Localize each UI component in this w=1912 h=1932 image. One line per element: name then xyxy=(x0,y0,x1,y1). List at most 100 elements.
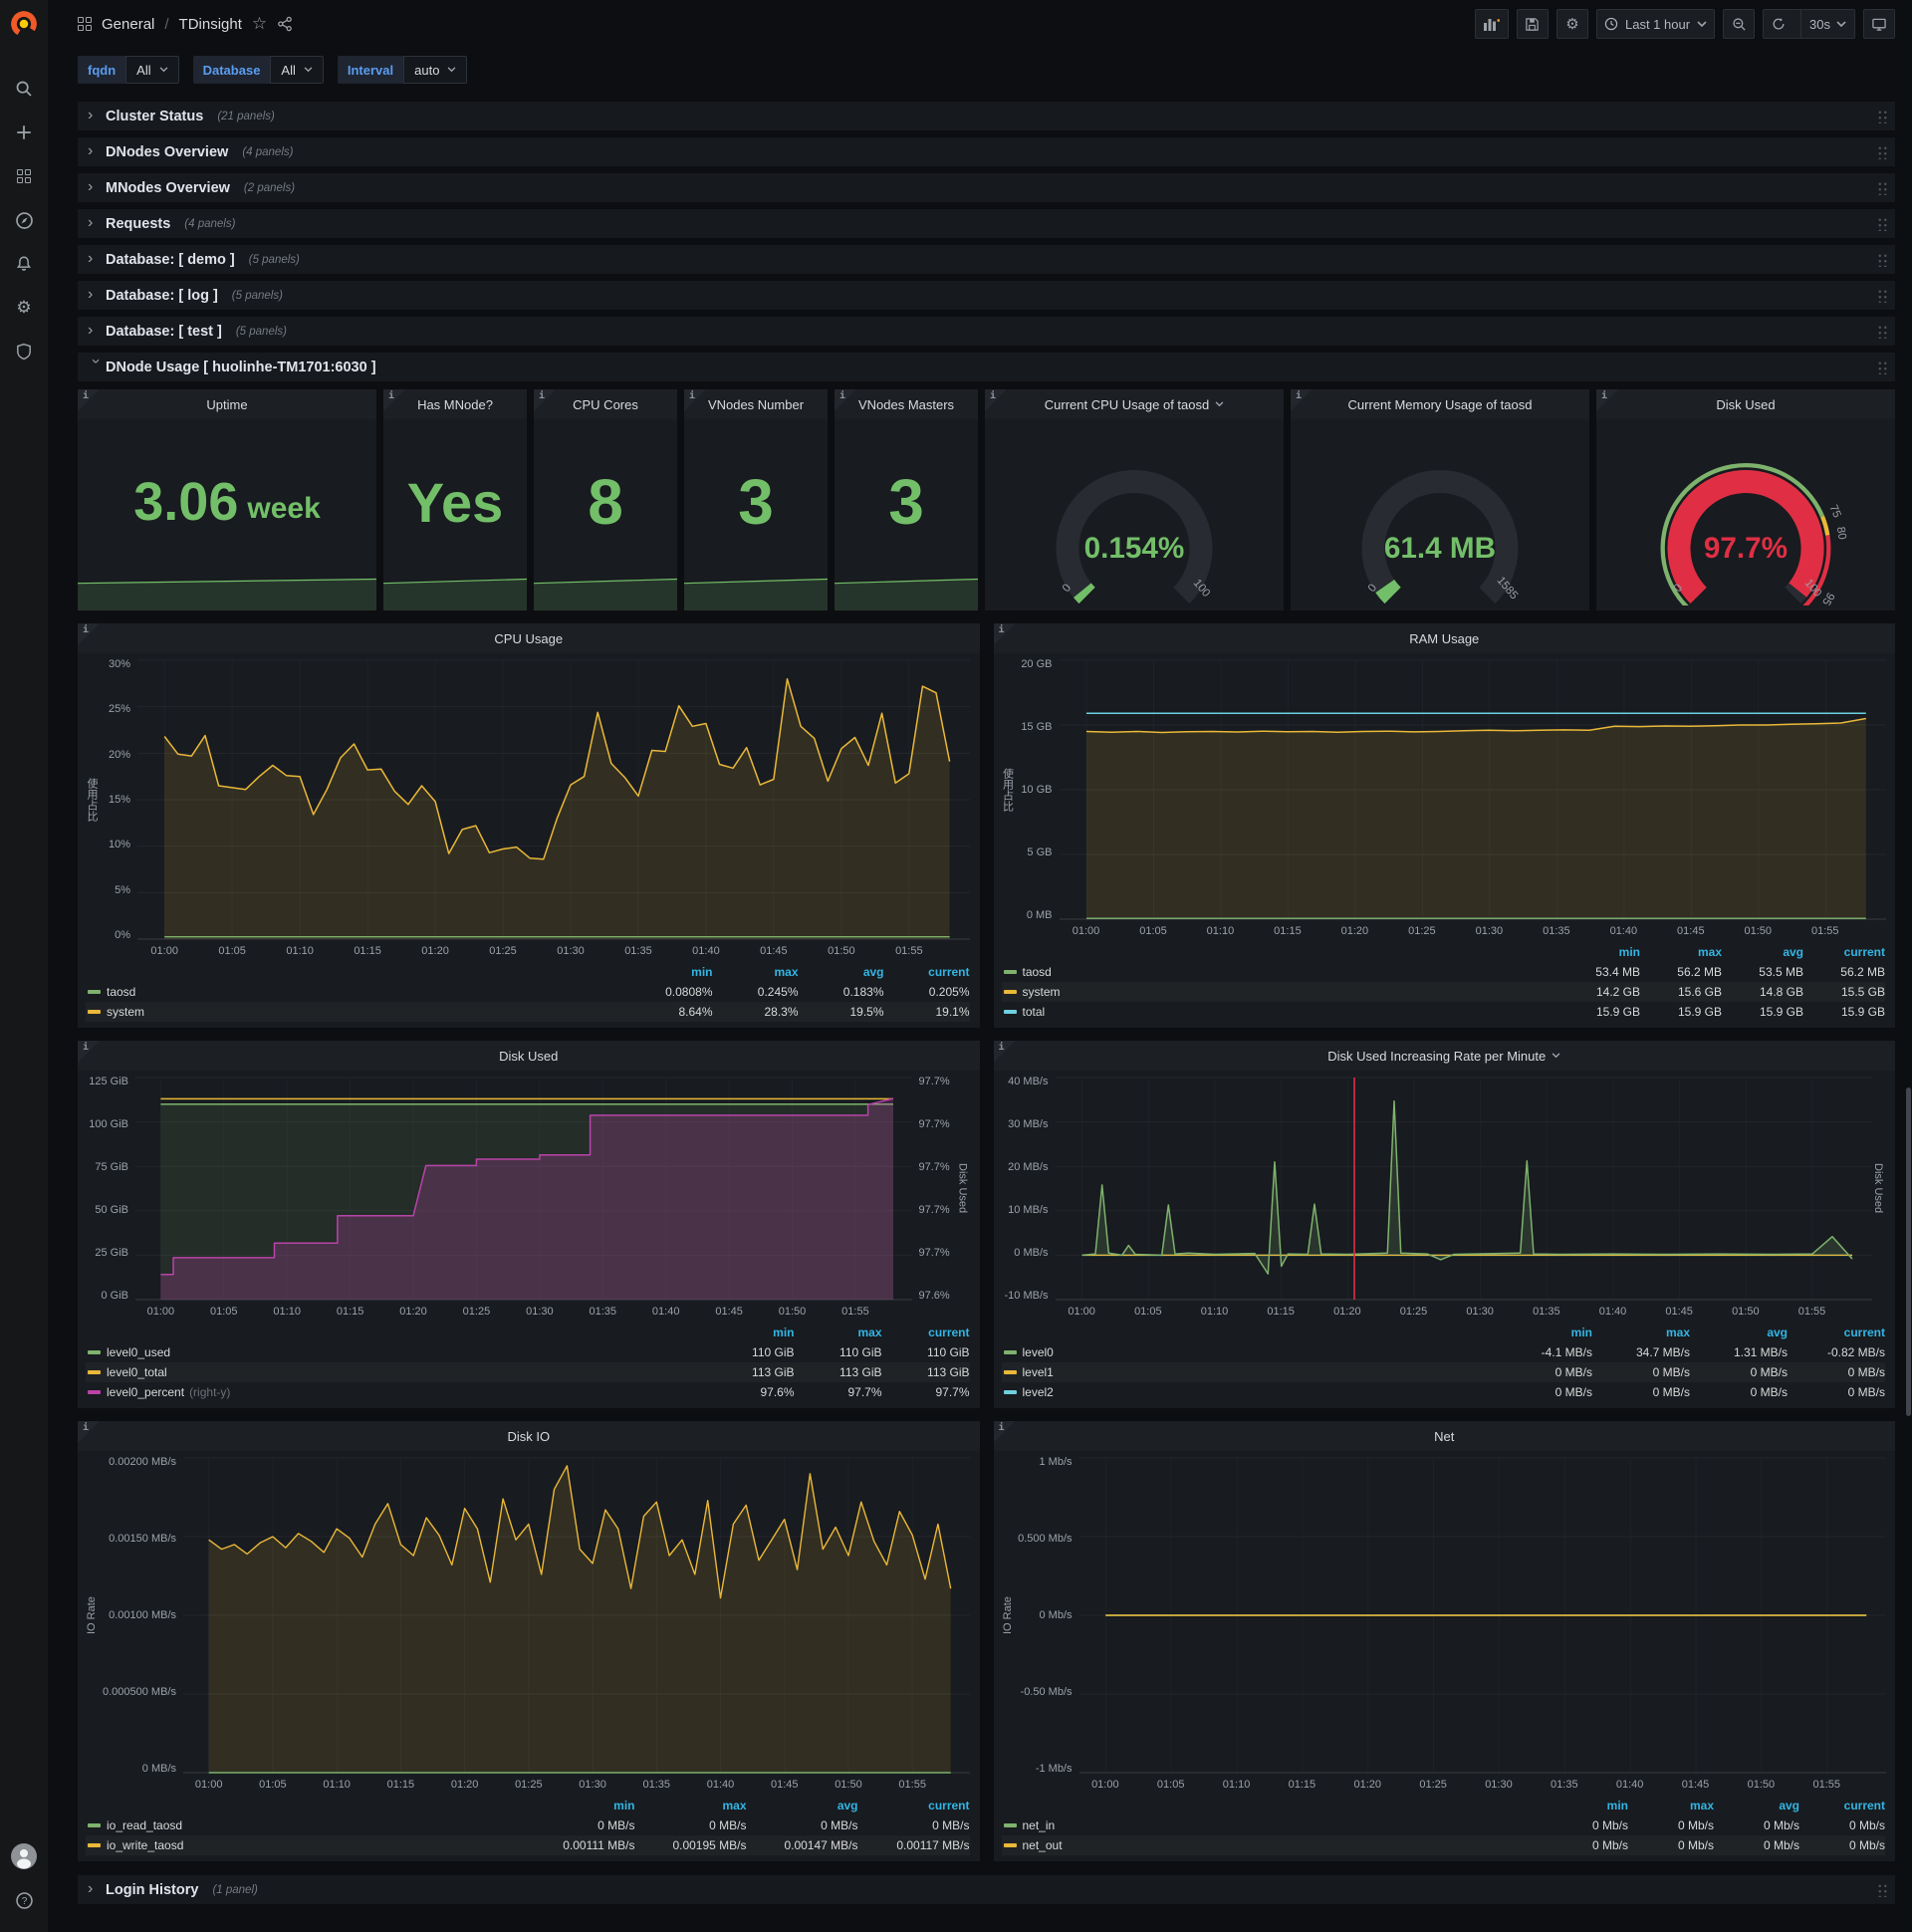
chart-plot[interactable] xyxy=(1055,1077,1872,1301)
legend-series-name[interactable]: net_out xyxy=(1023,1838,1063,1852)
dashboard-row[interactable]: › MNodes Overview (2 panels) xyxy=(78,173,1895,202)
search-icon[interactable] xyxy=(0,67,48,111)
panel-header[interactable]: CPU Usage xyxy=(78,623,980,653)
legend-column-header[interactable]: min xyxy=(1543,1799,1628,1812)
panel-header[interactable]: VNodes Number xyxy=(684,389,828,419)
legend-column-header[interactable]: avg xyxy=(799,965,884,979)
legend-column-header[interactable]: min xyxy=(1558,945,1640,959)
dashboard-row[interactable]: › Requests (4 panels) xyxy=(78,209,1895,238)
legend-series-name[interactable]: total xyxy=(1023,1005,1046,1019)
dashboards-icon[interactable] xyxy=(0,154,48,198)
legend-column-header[interactable]: current xyxy=(884,965,969,979)
legend-column-header[interactable]: max xyxy=(1640,945,1722,959)
legend-column-header[interactable]: min xyxy=(707,1326,794,1339)
dashboard-row[interactable]: › Database: [ demo ] (5 panels) xyxy=(78,245,1895,274)
row-drag-handle[interactable] xyxy=(1876,288,1887,303)
zoom-out-button[interactable] xyxy=(1723,9,1756,39)
panel-header[interactable]: RAM Usage xyxy=(993,623,1895,653)
dashboard-row[interactable]: › DNode Usage [ huolinhe-TM1701:6030 ] xyxy=(78,353,1895,381)
legend-series-name[interactable]: io_read_taosd xyxy=(107,1818,182,1832)
refresh-button[interactable] xyxy=(1764,10,1793,38)
grafana-logo[interactable] xyxy=(9,9,39,39)
configuration-gear-icon[interactable]: ⚙ xyxy=(0,286,48,330)
legend-column-header[interactable]: current xyxy=(1788,1326,1885,1339)
dashboard-row[interactable]: › Login History (1 panel) xyxy=(78,1875,1895,1904)
legend-series-name[interactable]: level0_used xyxy=(107,1345,170,1359)
panel-header[interactable]: VNodes Masters xyxy=(835,389,978,419)
row-drag-handle[interactable] xyxy=(1876,109,1887,123)
panel-header[interactable]: CPU Cores xyxy=(534,389,677,419)
panel-header[interactable]: Net xyxy=(993,1421,1895,1451)
alerting-bell-icon[interactable] xyxy=(0,242,48,286)
breadcrumb-title[interactable]: TDinsight xyxy=(179,16,242,33)
legend-column-header[interactable]: current xyxy=(882,1326,969,1339)
row-drag-handle[interactable] xyxy=(1876,144,1887,159)
dashboard-row[interactable]: › DNodes Overview (4 panels) xyxy=(78,137,1895,166)
breadcrumb-section[interactable]: General xyxy=(102,16,154,33)
row-drag-handle[interactable] xyxy=(1876,216,1887,231)
legend-column-header[interactable]: current xyxy=(1799,1799,1885,1812)
add-panel-button[interactable] xyxy=(1474,9,1509,39)
legend-series-name[interactable]: level1 xyxy=(1023,1365,1054,1379)
user-avatar[interactable] xyxy=(0,1834,48,1878)
panel-header[interactable]: Current CPU Usage of taosd xyxy=(985,389,1284,419)
legend-series-name[interactable]: taosd xyxy=(107,985,135,999)
chart-plot[interactable] xyxy=(1059,659,1886,920)
create-plus-icon[interactable] xyxy=(0,111,48,154)
legend-column-header[interactable]: max xyxy=(795,1326,881,1339)
legend-column-header[interactable]: max xyxy=(713,965,798,979)
chart-plot[interactable] xyxy=(1078,1457,1886,1774)
variable-value-dropdown[interactable]: All xyxy=(125,56,179,84)
panel-header[interactable]: Disk Used Increasing Rate per Minute xyxy=(993,1041,1895,1071)
dashboard-row[interactable]: › Cluster Status (21 panels) xyxy=(78,102,1895,130)
legend-column-header[interactable]: max xyxy=(1628,1799,1714,1812)
favorite-star-icon[interactable]: ☆ xyxy=(252,14,267,34)
explore-compass-icon[interactable] xyxy=(0,198,48,242)
row-drag-handle[interactable] xyxy=(1876,360,1887,374)
save-dashboard-button[interactable] xyxy=(1516,9,1549,39)
refresh-interval-dropdown[interactable]: 30s xyxy=(1800,10,1854,38)
legend-column-header[interactable]: max xyxy=(635,1799,746,1812)
variable-value-dropdown[interactable]: All xyxy=(270,56,324,84)
cycle-view-mode-button[interactable] xyxy=(1863,9,1895,39)
legend-column-header[interactable]: current xyxy=(1803,945,1885,959)
legend-column-header[interactable]: avg xyxy=(1690,1326,1788,1339)
legend-series-name[interactable]: system xyxy=(107,1005,144,1019)
legend-column-header[interactable]: min xyxy=(524,1799,634,1812)
row-drag-handle[interactable] xyxy=(1876,252,1887,267)
legend-series-name[interactable]: level0_percent xyxy=(107,1385,184,1399)
share-icon[interactable] xyxy=(277,16,293,32)
row-drag-handle[interactable] xyxy=(1876,180,1887,195)
chart-plot[interactable] xyxy=(137,659,970,940)
panel-header[interactable]: Uptime xyxy=(78,389,376,419)
legend-series-name[interactable]: level0 xyxy=(1023,1345,1054,1359)
legend-column-header[interactable]: min xyxy=(1495,1326,1592,1339)
panel-header[interactable]: Has MNode? xyxy=(383,389,527,419)
row-drag-handle[interactable] xyxy=(1876,1882,1887,1897)
legend-column-header[interactable]: avg xyxy=(747,1799,858,1812)
legend-series-name[interactable]: taosd xyxy=(1023,965,1052,979)
legend-series-name[interactable]: level0_total xyxy=(107,1365,167,1379)
chart-plot[interactable] xyxy=(135,1077,912,1301)
chart-plot[interactable] xyxy=(183,1457,970,1774)
row-drag-handle[interactable] xyxy=(1876,324,1887,339)
page-scrollbar[interactable] xyxy=(1905,0,1912,1932)
panel-header[interactable]: Disk Used xyxy=(78,1041,980,1071)
panel-header[interactable]: Current Memory Usage of taosd xyxy=(1291,389,1589,419)
legend-series-name[interactable]: system xyxy=(1023,985,1061,999)
time-range-picker[interactable]: Last 1 hour xyxy=(1595,9,1716,39)
legend-column-header[interactable]: max xyxy=(1592,1326,1690,1339)
legend-series-name[interactable]: io_write_taosd xyxy=(107,1838,183,1852)
dashboard-row[interactable]: › Database: [ log ] (5 panels) xyxy=(78,281,1895,310)
legend-column-header[interactable]: current xyxy=(858,1799,969,1812)
server-admin-shield-icon[interactable] xyxy=(0,330,48,373)
help-icon[interactable]: ? xyxy=(0,1878,48,1922)
panel-header[interactable]: Disk Used xyxy=(1596,389,1895,419)
legend-column-header[interactable]: avg xyxy=(1714,1799,1799,1812)
variable-value-dropdown[interactable]: auto xyxy=(403,56,468,84)
legend-column-header[interactable]: avg xyxy=(1722,945,1803,959)
dashboard-row[interactable]: › Database: [ test ] (5 panels) xyxy=(78,317,1895,346)
dashboard-settings-button[interactable]: ⚙ xyxy=(1555,9,1588,39)
legend-series-name[interactable]: level2 xyxy=(1023,1385,1054,1399)
legend-column-header[interactable]: min xyxy=(627,965,712,979)
